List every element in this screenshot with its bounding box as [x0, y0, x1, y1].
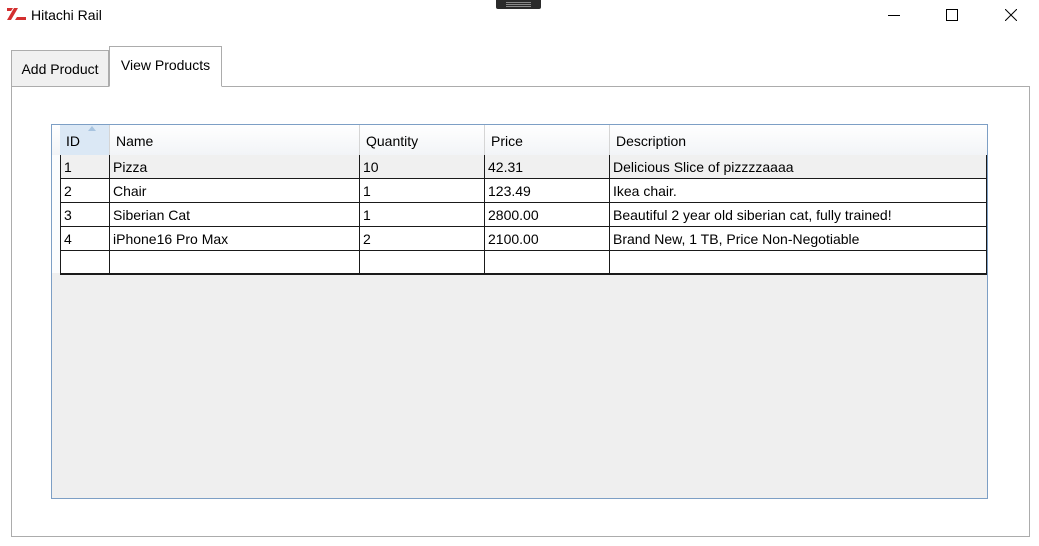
cell-price[interactable]: 2800.00 — [485, 203, 610, 227]
table-row[interactable]: 4 iPhone16 Pro Max 2 2100.00 Brand New, … — [60, 227, 987, 251]
cell-quantity[interactable]: 2 — [360, 227, 485, 251]
tab-view-products[interactable]: View Products — [109, 46, 222, 87]
new-cell-description[interactable] — [610, 251, 987, 275]
table-row[interactable]: 1 Pizza 10 42.31 Delicious Slice of pizz… — [60, 155, 987, 179]
cell-price[interactable]: 123.49 — [485, 179, 610, 203]
table-row[interactable]: 3 Siberian Cat 1 2800.00 Beautiful 2 yea… — [60, 203, 987, 227]
hitachi-rail-logo-icon — [7, 8, 26, 20]
cell-id[interactable]: 4 — [60, 227, 110, 251]
cell-name[interactable]: Chair — [110, 179, 360, 203]
cell-name[interactable]: Pizza — [110, 155, 360, 179]
maximize-icon — [946, 9, 958, 21]
column-header-description[interactable]: Description — [610, 125, 987, 155]
cell-description[interactable]: Brand New, 1 TB, Price Non-Negotiable — [610, 227, 987, 251]
new-cell-quantity[interactable] — [360, 251, 485, 275]
close-button[interactable] — [988, 0, 1034, 30]
cell-price[interactable]: 2100.00 — [485, 227, 610, 251]
cell-quantity[interactable]: 1 — [360, 203, 485, 227]
tab-add-product[interactable]: Add Product — [11, 50, 109, 87]
column-header-id[interactable]: ID — [60, 125, 110, 155]
grid-header: ID Name Quantity Price Description — [52, 125, 987, 156]
minimize-icon — [888, 15, 900, 16]
cell-description[interactable]: Delicious Slice of pizzzzaaaa — [610, 155, 987, 179]
new-cell-id[interactable] — [60, 251, 110, 275]
maximize-button[interactable] — [929, 0, 975, 30]
cell-id[interactable]: 2 — [60, 179, 110, 203]
row-header-column[interactable] — [52, 155, 60, 273]
cell-price[interactable]: 42.31 — [485, 155, 610, 179]
table-row[interactable]: 2 Chair 1 123.49 Ikea chair. — [60, 179, 987, 203]
window-title: Hitachi Rail — [31, 7, 102, 23]
cell-id[interactable]: 1 — [60, 155, 110, 179]
cell-description[interactable]: Beautiful 2 year old siberian cat, fully… — [610, 203, 987, 227]
cell-quantity[interactable]: 10 — [360, 155, 485, 179]
column-header-quantity[interactable]: Quantity — [360, 125, 485, 155]
column-header-name[interactable]: Name — [110, 125, 360, 155]
close-icon — [1005, 9, 1017, 21]
new-cell-name[interactable] — [110, 251, 360, 275]
cell-description[interactable]: Ikea chair. — [610, 179, 987, 203]
new-cell-price[interactable] — [485, 251, 610, 275]
title-bar[interactable]: Hitachi Rail — [0, 0, 1039, 30]
column-header-price[interactable]: Price — [485, 125, 610, 155]
cell-id[interactable]: 3 — [60, 203, 110, 227]
products-data-grid[interactable]: ID Name Quantity Price Description 1 Piz… — [51, 124, 988, 499]
new-item-row[interactable] — [60, 251, 987, 275]
cell-name[interactable]: iPhone16 Pro Max — [110, 227, 360, 251]
minimize-button[interactable] — [871, 0, 917, 30]
cell-name[interactable]: Siberian Cat — [110, 203, 360, 227]
cell-quantity[interactable]: 1 — [360, 179, 485, 203]
sort-ascending-icon — [88, 126, 96, 131]
drag-handle[interactable] — [496, 0, 541, 9]
